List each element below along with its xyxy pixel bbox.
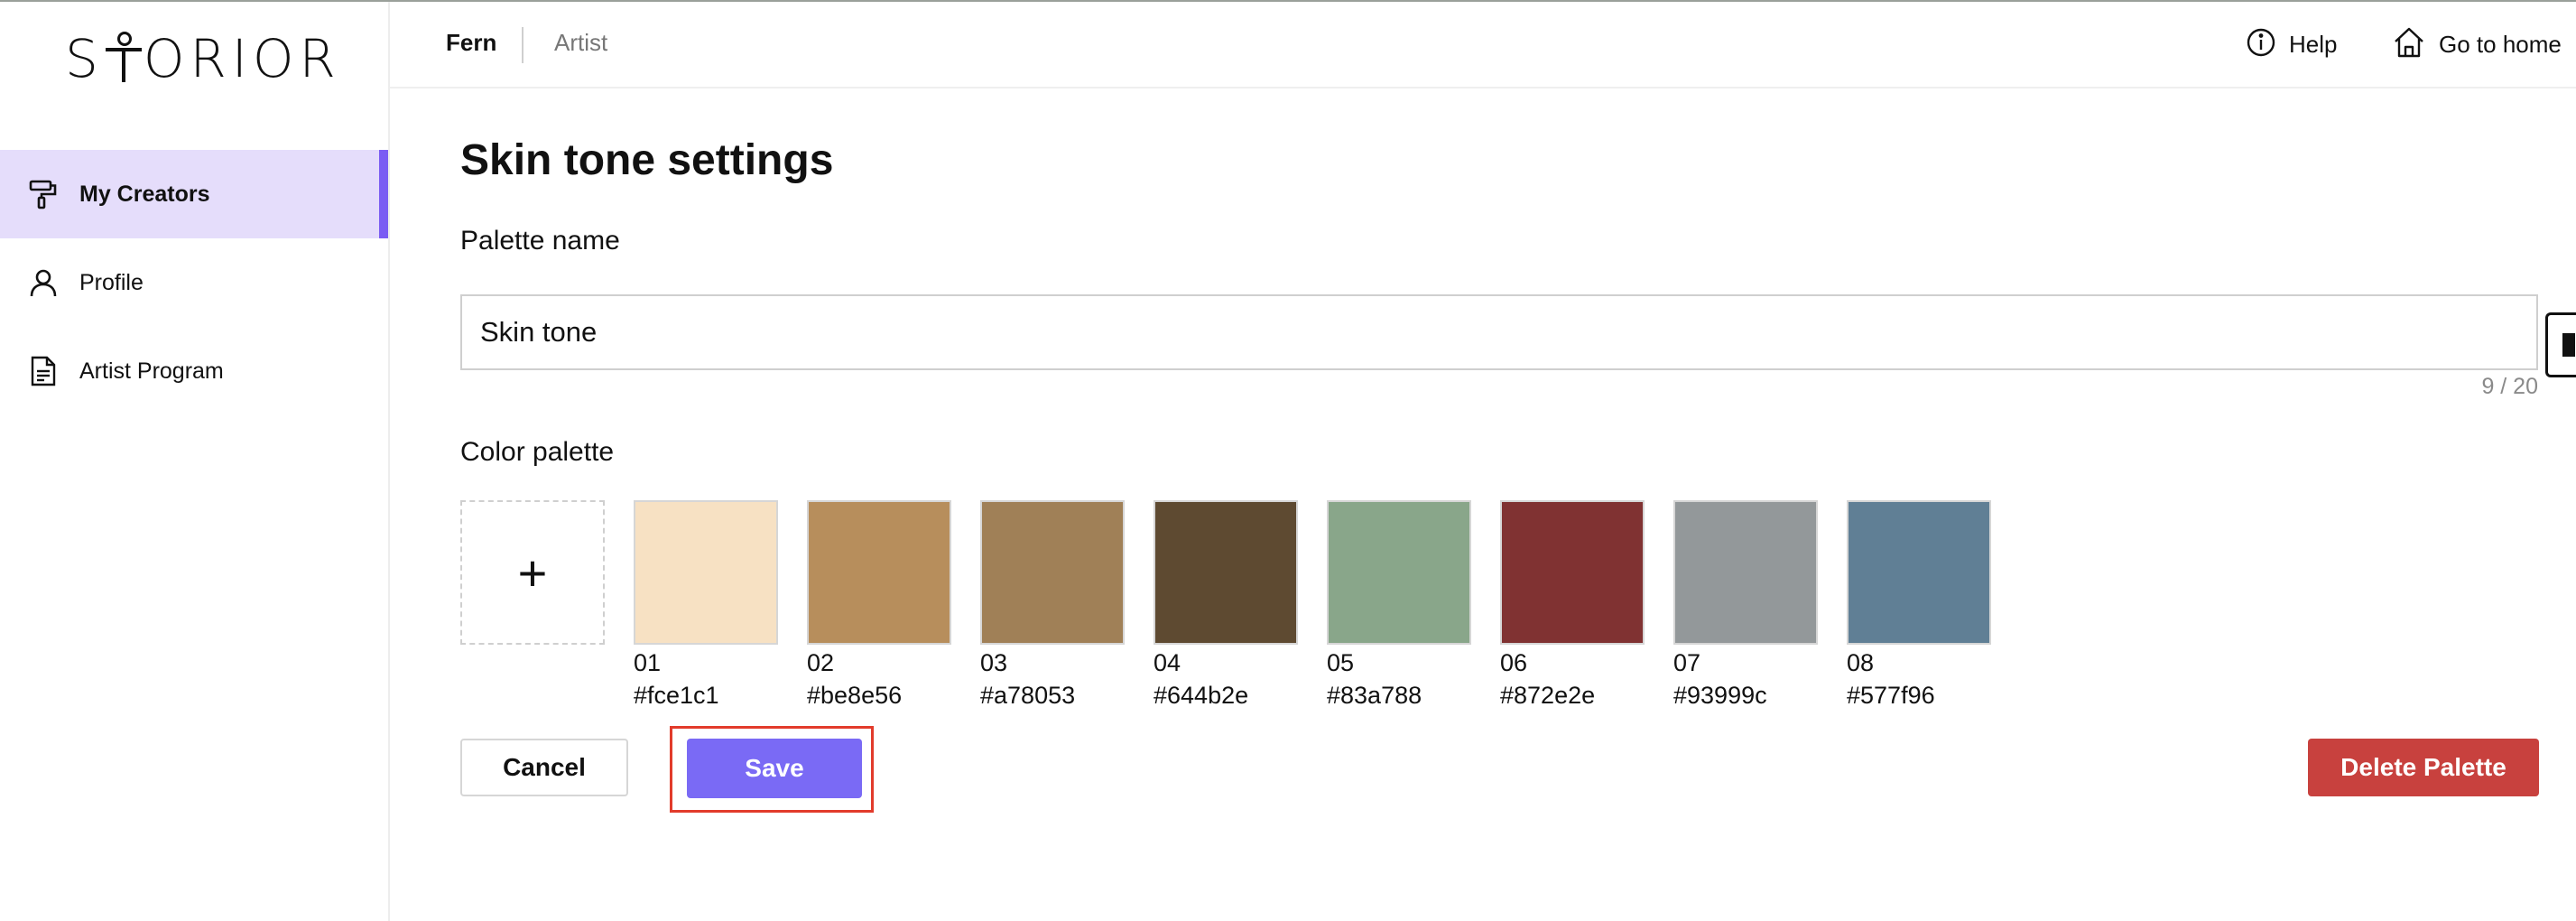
sidebar-item-artist-program[interactable]: Artist Program: [0, 327, 388, 415]
color-swatch[interactable]: [1673, 500, 1818, 645]
sidebar-item-profile[interactable]: Profile: [0, 238, 388, 327]
paint-roller-icon: [27, 178, 60, 210]
breadcrumb-current[interactable]: Fern: [446, 29, 496, 57]
color-swatch-item: 08 #577f96: [1847, 500, 1991, 712]
sidebar-nav: My Creators Profile Artist Program: [0, 150, 388, 415]
color-swatch[interactable]: [1847, 500, 1991, 645]
help-label: Help: [2289, 31, 2338, 58]
page-title: Skin tone settings: [460, 136, 834, 184]
cancel-button[interactable]: Cancel: [460, 739, 628, 796]
color-swatch-item: 01 #fce1c1: [634, 500, 778, 712]
swatch-hex: #83a788: [1327, 682, 1422, 709]
color-swatch[interactable]: [1327, 500, 1471, 645]
sidebar-item-label: Profile: [79, 269, 144, 295]
sidebar-item-my-creators[interactable]: My Creators: [0, 150, 388, 238]
swatch-hex: #a78053: [980, 682, 1076, 709]
top-header: Fern Artist Help Go to home: [390, 2, 2576, 88]
logo-wordmark: S ORIOR: [65, 28, 341, 89]
color-swatch-item: 06 #872e2e: [1500, 500, 1645, 712]
storior-logo[interactable]: S ORIOR: [65, 27, 341, 90]
color-swatch-item: 05 #83a788: [1327, 500, 1471, 712]
sidebar-item-label: Artist Program: [79, 358, 224, 384]
color-swatch[interactable]: [807, 500, 951, 645]
color-swatch-item: 04 #644b2e: [1154, 500, 1298, 712]
color-palette-label: Color palette: [460, 437, 615, 467]
palette-name-label: Palette name: [460, 226, 620, 256]
swatch-number: 06: [1500, 649, 1528, 676]
go-to-home-link[interactable]: Go to home: [2392, 25, 2562, 64]
document-icon: [27, 355, 60, 387]
help-link[interactable]: Help: [2246, 27, 2337, 62]
user-icon: [27, 266, 60, 299]
sidebar-item-label: My Creators: [79, 181, 210, 207]
color-swatch-item: 02 #be8e56: [807, 500, 951, 712]
swatch-hex: #fce1c1: [634, 682, 719, 709]
swatch-number: 01: [634, 649, 662, 676]
swatch-hex: #872e2e: [1500, 682, 1596, 709]
color-swatch-item: 07 #93999c: [1673, 500, 1818, 712]
swatch-number: 07: [1673, 649, 1701, 676]
color-swatch[interactable]: [634, 500, 778, 645]
breadcrumb-secondary[interactable]: Artist: [554, 29, 607, 57]
sidebar: S ORIOR My Creators Profile Artist Progr…: [0, 2, 390, 921]
delete-palette-button[interactable]: Delete Palette: [2308, 739, 2539, 796]
color-swatch-item: 03 #a78053: [980, 500, 1125, 712]
color-swatch[interactable]: [1500, 500, 1645, 645]
color-swatch[interactable]: [1154, 500, 1298, 645]
save-button[interactable]: Save: [687, 739, 862, 798]
swatch-number: 03: [980, 649, 1008, 676]
character-counter: 9 / 20: [2481, 374, 2538, 399]
swatch-hex: #be8e56: [807, 682, 903, 709]
swatch-hex: #93999c: [1673, 682, 1767, 709]
info-icon: [2246, 27, 2276, 62]
home-icon: [2392, 25, 2426, 64]
palette-name-input[interactable]: [460, 294, 2538, 370]
color-palette: + 01 #fce1c1 02 #be8e56 03 #a78053 04 #6…: [460, 500, 2020, 712]
swatch-number: 08: [1847, 649, 1875, 676]
swatch-hex: #644b2e: [1154, 682, 1249, 709]
go-to-home-label: Go to home: [2439, 31, 2562, 58]
color-swatch[interactable]: [980, 500, 1125, 645]
add-color-button[interactable]: +: [460, 500, 605, 645]
logo-figure-icon: [105, 32, 142, 82]
swatch-number: 04: [1154, 649, 1181, 676]
breadcrumb-divider: [522, 27, 524, 63]
swatch-hex: #577f96: [1847, 682, 1935, 709]
swatch-number: 02: [807, 649, 835, 676]
swatch-number: 05: [1327, 649, 1355, 676]
side-panel-toggle-button[interactable]: [2545, 312, 2576, 377]
